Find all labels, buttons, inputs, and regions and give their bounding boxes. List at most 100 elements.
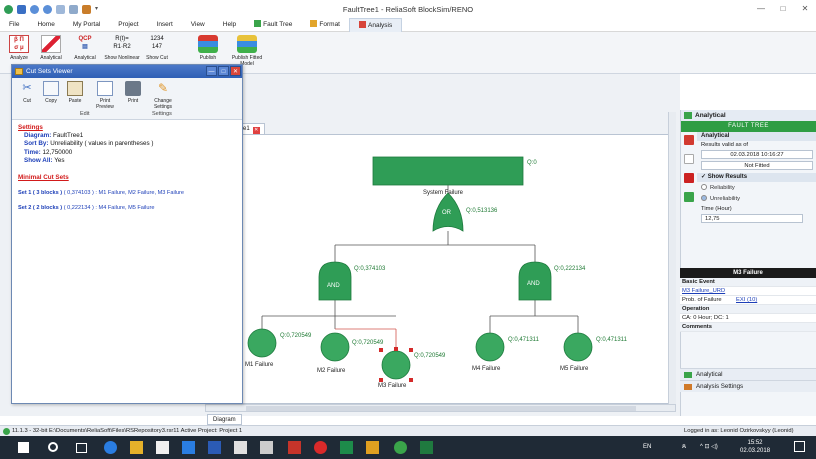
maximize-button[interactable]: □ (772, 0, 794, 18)
settings-block: Diagram: FaultTree1 Sort By: Unreliabili… (18, 132, 236, 165)
vertical-scrollbar[interactable] (668, 112, 676, 404)
print-preview-button[interactable]: Print Preview (94, 81, 116, 110)
reliability-radio[interactable]: Reliability (697, 182, 816, 193)
results-valid-label: Results valid as of (701, 142, 749, 148)
show-results-toggle[interactable]: ✓ Show Results (697, 173, 816, 182)
pencil-icon: ✎ (157, 81, 169, 95)
viewer-minimize-button[interactable]: — (206, 66, 217, 76)
explorer-icon[interactable] (130, 441, 143, 454)
copy-button[interactable]: Copy (40, 81, 62, 104)
analyze-icon: β Πσ μ (9, 35, 29, 53)
redo-icon[interactable] (43, 4, 52, 14)
cut-sets-viewer-titlebar[interactable]: Cut Sets Viewer — □ ✕ (12, 65, 242, 78)
right-panel-bottom: Analytical Analysis Settings (680, 368, 816, 392)
tab-my-portal[interactable]: My Portal (64, 18, 109, 32)
edge-icon[interactable] (104, 441, 117, 454)
tab-file[interactable]: File (0, 18, 28, 32)
edit-side-icon[interactable] (684, 154, 694, 164)
tab-home[interactable]: Home (28, 18, 63, 32)
model-link[interactable]: M3 Failure_URD (682, 288, 725, 294)
outlook-icon[interactable] (182, 441, 195, 454)
undo-icon[interactable] (30, 4, 39, 14)
qcp-side-icon[interactable] (684, 173, 694, 183)
tab-diagram[interactable]: Diagram (207, 414, 242, 425)
mendeley-icon[interactable] (340, 441, 353, 454)
prob-failure-value[interactable]: EXI (10) (736, 296, 757, 305)
scroll-thumb[interactable] (246, 406, 636, 411)
tab-analysis[interactable]: Analysis (349, 17, 403, 32)
cut-set-2[interactable]: Set 2 ( 2 blocks ) ( 0,222134 ) : M4 Fai… (18, 204, 236, 212)
tab-insert[interactable]: Insert (148, 18, 182, 32)
cut-button[interactable]: ✂ Cut (16, 81, 38, 104)
analytical-icon (41, 35, 61, 53)
folder-icon[interactable] (366, 441, 379, 454)
analysis-icon (359, 20, 366, 28)
notifications-icon[interactable] (794, 441, 805, 452)
table-icon[interactable] (69, 4, 78, 14)
plot-side-icon[interactable] (684, 192, 694, 202)
tab-project[interactable]: Project (109, 18, 147, 32)
cut-set-1[interactable]: Set 1 ( 3 blocks ) ( 0,374103 ) : M1 Fai… (18, 189, 236, 197)
horizontal-scrollbar[interactable] (205, 404, 676, 412)
excel-icon[interactable] (420, 441, 433, 454)
doc-tab-close-icon[interactable]: ✕ (252, 127, 260, 134)
and-gate-1-q: Q:0,374103 (354, 266, 386, 272)
save-icon[interactable] (17, 4, 26, 14)
task-view-icon[interactable] (76, 443, 87, 453)
close-button[interactable]: ✕ (794, 0, 816, 18)
windows-start-icon[interactable] (18, 442, 29, 453)
group-edit-label: Edit (80, 111, 90, 117)
unreliability-radio[interactable]: Unreliability (697, 193, 816, 204)
tab-fault-tree[interactable]: Fault Tree (245, 18, 301, 32)
search-icon[interactable] (48, 442, 58, 452)
analysis-settings-button[interactable]: Analysis Settings (680, 380, 816, 392)
grid-icon[interactable] (56, 4, 65, 14)
side-tool-strip (681, 132, 697, 252)
paste-button[interactable]: Paste (64, 81, 86, 104)
change-settings-button[interactable]: ✎ Change Settings (150, 81, 176, 110)
tab-format-label: Format (319, 20, 340, 28)
tab-analysis-label: Analysis (368, 21, 393, 29)
language-indicator[interactable]: EN (643, 444, 651, 450)
cut-sets-viewer-title: Cut Sets Viewer (26, 68, 73, 75)
dropdown-icon[interactable]: ▾ (95, 5, 104, 14)
time-input[interactable]: 12,75 (701, 214, 803, 223)
analytical-panel-header[interactable]: Analytical (681, 110, 816, 121)
diagram-canvas[interactable] (205, 134, 676, 404)
comments-row: Comments (680, 323, 816, 332)
store-icon[interactable] (156, 441, 169, 454)
reliasoft-icon[interactable] (394, 441, 407, 454)
printer-icon (125, 81, 141, 96)
people-icon[interactable]: ጰ (682, 443, 686, 451)
word-icon[interactable] (208, 441, 221, 454)
minimize-button[interactable]: — (750, 0, 772, 18)
analytical-pane-button[interactable]: Analytical (680, 368, 816, 380)
format-icon (310, 19, 318, 27)
tab-format[interactable]: Format (301, 18, 349, 32)
calculator-icon[interactable] (260, 441, 273, 454)
powerpoint-icon[interactable] (288, 441, 301, 454)
viewer-maximize-button[interactable]: □ (218, 66, 229, 76)
cut-sets-report: Settings Diagram: FaultTree1 Sort By: Un… (12, 120, 242, 217)
tray-icons[interactable]: ^ ⊡ ◁) (700, 443, 718, 450)
m3-properties-title: M3 Failure (680, 268, 816, 278)
clock[interactable]: 15:52 02.03.2018 (740, 439, 770, 455)
opera-icon[interactable] (314, 441, 327, 454)
group-settings-label: Settings (152, 111, 172, 117)
settings-header: Settings (18, 124, 43, 131)
window-title: FaultTree1 - ReliaSoft BlockSim/RENO (342, 5, 474, 14)
event-m5-q: Q:0,471311 (596, 337, 627, 343)
cut-sets-viewer-window: Cut Sets Viewer — □ ✕ ✂ Cut Copy Paste P… (11, 64, 243, 404)
chart-icon[interactable] (82, 4, 91, 14)
analyze-side-icon[interactable] (684, 135, 694, 145)
event-m2-label: M2 Failure (317, 368, 346, 374)
diagram-line: Diagram: FaultTree1 (24, 132, 84, 140)
mail-icon[interactable] (234, 441, 247, 454)
clipboard-icon (67, 81, 83, 96)
viewer-close-button[interactable]: ✕ (230, 66, 241, 76)
window-controls: — □ ✕ (750, 0, 816, 18)
event-m4-q: Q:0,471311 (508, 337, 539, 343)
print-button[interactable]: Print (122, 81, 144, 104)
tab-view[interactable]: View (182, 18, 214, 32)
tab-help[interactable]: Help (214, 18, 245, 32)
